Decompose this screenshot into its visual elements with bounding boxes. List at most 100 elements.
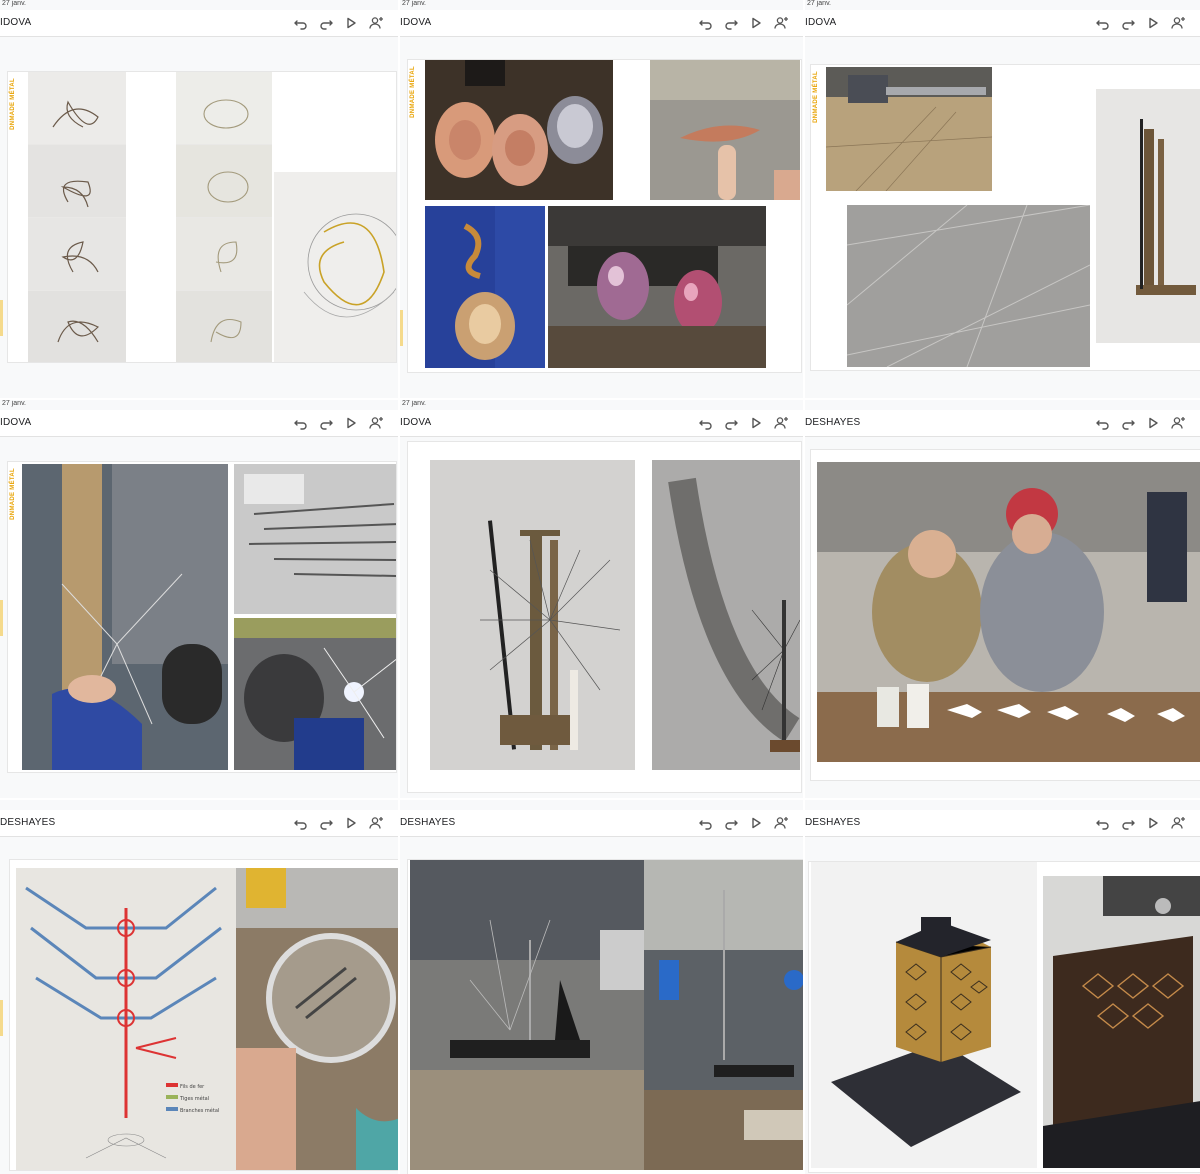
- undo-icon[interactable]: [698, 15, 714, 31]
- gold-leaf-photo: [425, 206, 545, 368]
- play-icon[interactable]: [1145, 15, 1161, 31]
- scroll-marker: [400, 310, 403, 346]
- engraved-box-closeup-photo: [1043, 876, 1200, 1168]
- slide-canvas: [408, 860, 803, 1174]
- slide-thumbnail-3[interactable]: 27 janv. IDOVA DNMADE MÉTAL: [805, 0, 1200, 398]
- sketch-drawing-photo: [16, 868, 236, 1170]
- slide-toolbar: DESHAYES: [805, 810, 1200, 837]
- slide-thumbnail-7[interactable]: DESHAYES Fils de fer Tiges métal Branche…: [0, 800, 398, 1174]
- engraved-panel-photo: [847, 205, 1090, 367]
- scroll-marker: [0, 600, 3, 636]
- undo-icon[interactable]: [1095, 815, 1111, 831]
- slide-toolbar: DESHAYES: [400, 810, 803, 837]
- pattern-box-photo: [811, 862, 1037, 1168]
- play-icon[interactable]: [748, 415, 764, 431]
- add-person-icon[interactable]: [1170, 15, 1186, 31]
- slide-canvas: Fils de fer Tiges métal Branches métal: [10, 860, 398, 1170]
- slide-canvas: [809, 862, 1200, 1172]
- undo-icon[interactable]: [293, 815, 309, 831]
- metal-rods-table-photo: [234, 464, 396, 614]
- date-label: 27 janv.: [2, 400, 26, 407]
- date-label: 27 janv.: [807, 0, 831, 7]
- redo-icon[interactable]: [318, 415, 334, 431]
- slide-toolbar: IDOVA: [400, 410, 803, 437]
- workshop-wiring-photo: [22, 464, 228, 770]
- redo-icon[interactable]: [723, 15, 739, 31]
- play-icon[interactable]: [748, 815, 764, 831]
- slide-canvas: [811, 450, 1200, 780]
- redo-icon[interactable]: [1120, 15, 1136, 31]
- undo-icon[interactable]: [1095, 15, 1111, 31]
- brand-label: DNMADE MÉTAL: [10, 78, 16, 130]
- wire-sketch-photos: [28, 72, 126, 362]
- date-label: 27 janv.: [402, 400, 426, 407]
- slide-toolbar: DESHAYES: [0, 810, 398, 837]
- slide-thumbnail-9[interactable]: DESHAYES: [805, 800, 1200, 1174]
- add-person-icon[interactable]: [1170, 815, 1186, 831]
- undo-icon[interactable]: [698, 815, 714, 831]
- add-person-icon[interactable]: [368, 415, 384, 431]
- slide-thumbnail-4[interactable]: 27 janv. IDOVA DNMADE MÉTAL: [0, 400, 398, 798]
- play-icon[interactable]: [343, 815, 359, 831]
- slide-toolbar: IDOVA: [400, 10, 803, 37]
- slide-toolbar: IDOVA: [805, 10, 1200, 37]
- add-person-icon[interactable]: [368, 15, 384, 31]
- pink-eggs-photo: [548, 206, 766, 368]
- add-person-icon[interactable]: [368, 815, 384, 831]
- slide-owner-name: IDOVA: [0, 417, 32, 428]
- play-icon[interactable]: [1145, 415, 1161, 431]
- slide-owner-name: IDOVA: [400, 417, 432, 428]
- date-label: 27 janv.: [402, 0, 426, 7]
- copper-cups-photo: [425, 60, 613, 200]
- slide-owner-name: DESHAYES: [400, 817, 456, 828]
- slide-canvas: DNMADE MÉTAL: [408, 60, 801, 372]
- wooden-structure-photo: [1096, 89, 1200, 343]
- undo-icon[interactable]: [293, 415, 309, 431]
- redo-icon[interactable]: [318, 815, 334, 831]
- assembly-photo: [644, 860, 803, 1170]
- play-icon[interactable]: [343, 15, 359, 31]
- slide-thumbnail-6[interactable]: DESHAYES: [805, 400, 1200, 798]
- sculpture-photo: [430, 460, 635, 770]
- undo-icon[interactable]: [1095, 415, 1111, 431]
- play-icon[interactable]: [748, 15, 764, 31]
- play-icon[interactable]: [343, 415, 359, 431]
- slide-toolbar: IDOVA: [0, 410, 398, 437]
- slide-thumbnail-5[interactable]: 27 janv. IDOVA: [400, 400, 803, 798]
- undo-icon[interactable]: [698, 415, 714, 431]
- redo-icon[interactable]: [1120, 415, 1136, 431]
- add-person-icon[interactable]: [773, 415, 789, 431]
- slide-owner-name: DESHAYES: [805, 417, 861, 428]
- slide-canvas: [408, 442, 801, 792]
- brand-label: DNMADE MÉTAL: [10, 468, 16, 520]
- slide-owner-name: IDOVA: [0, 17, 32, 28]
- add-person-icon[interactable]: [1170, 415, 1186, 431]
- slide-toolbar: IDOVA: [0, 10, 398, 37]
- slide-thumbnail-8[interactable]: DESHAYES: [400, 800, 803, 1174]
- slide-owner-name: IDOVA: [805, 17, 837, 28]
- date-label: 27 janv.: [2, 0, 26, 7]
- redo-icon[interactable]: [1120, 815, 1136, 831]
- brand-label: DNMADE MÉTAL: [410, 66, 416, 118]
- welding-photo: [234, 618, 396, 770]
- mechanism-build-photo: [410, 860, 644, 1170]
- slide-canvas: DNMADE MÉTAL: [8, 72, 396, 362]
- saw-cutting-photo: [826, 67, 992, 191]
- slide-owner-name: DESHAYES: [805, 817, 861, 828]
- legend-item-red: Fils de fer: [180, 1084, 205, 1090]
- wire-sketch-photos-2: [176, 72, 272, 362]
- slide-canvas: DNMADE MÉTAL: [811, 65, 1200, 370]
- copper-leaf-in-hand-photo: [650, 60, 800, 200]
- undo-icon[interactable]: [293, 15, 309, 31]
- redo-icon[interactable]: [318, 15, 334, 31]
- slide-thumbnail-2[interactable]: 27 janv. IDOVA DNMADE MÉTAL: [400, 0, 803, 398]
- add-person-icon[interactable]: [773, 15, 789, 31]
- slide-owner-name: DESHAYES: [0, 817, 56, 828]
- students-workshop-photo: [817, 462, 1200, 762]
- redo-icon[interactable]: [723, 415, 739, 431]
- redo-icon[interactable]: [723, 815, 739, 831]
- slide-thumbnail-1[interactable]: 27 janv. IDOVA DNMADE MÉTAL: [0, 0, 398, 398]
- add-person-icon[interactable]: [773, 815, 789, 831]
- brand-label: DNMADE MÉTAL: [813, 71, 819, 123]
- play-icon[interactable]: [1145, 815, 1161, 831]
